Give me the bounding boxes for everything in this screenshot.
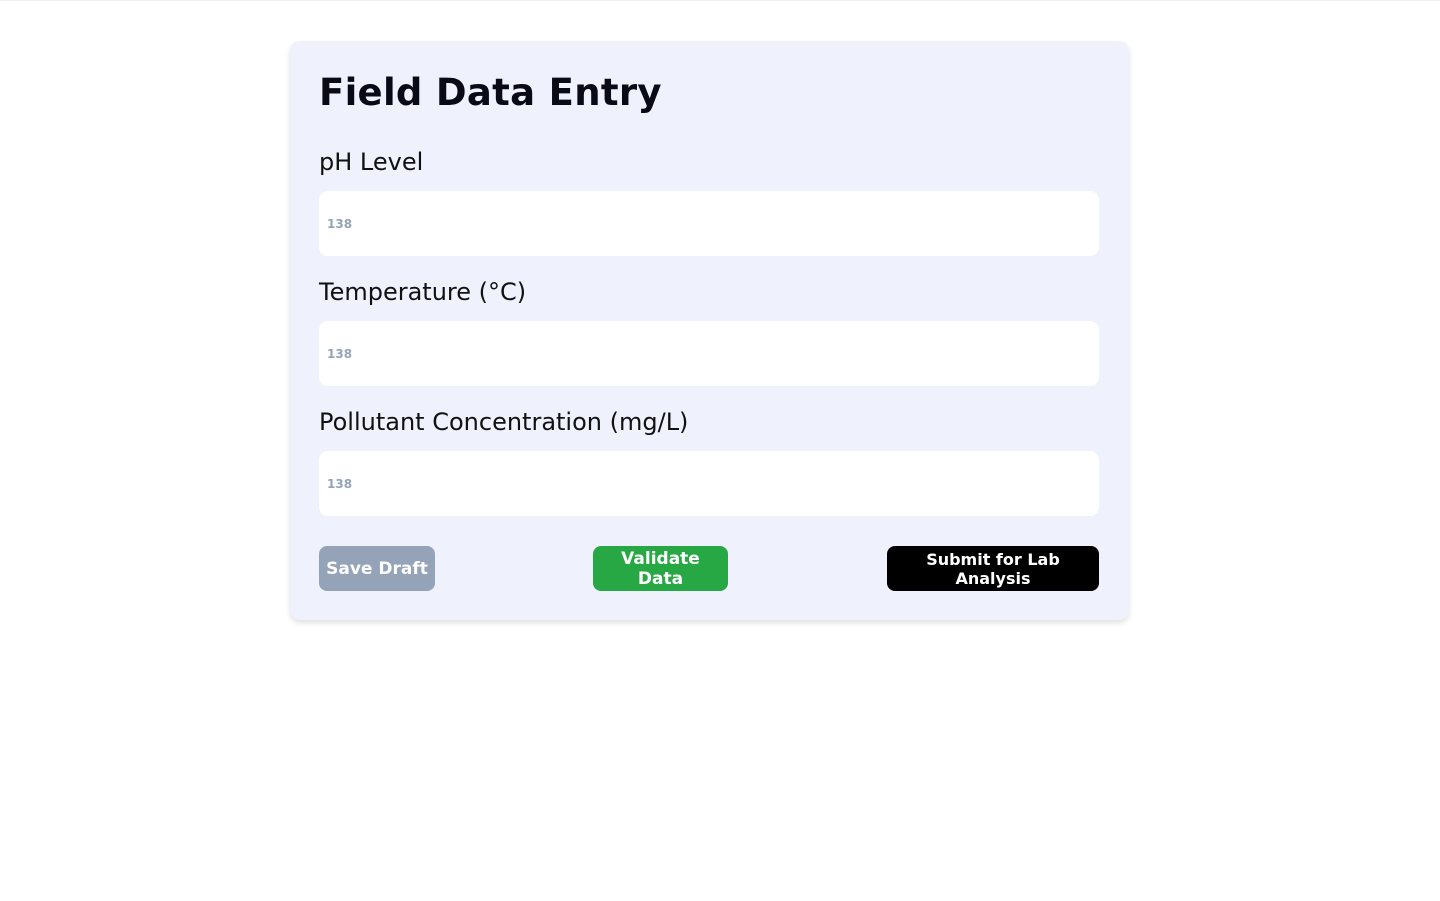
top-divider <box>0 0 1440 1</box>
page-title: Field Data Entry <box>319 71 662 114</box>
validate-data-button[interactable]: Validate Data <box>593 546 728 591</box>
pollutant-concentration-label: Pollutant Concentration (mg/L) <box>319 408 689 436</box>
ph-level-input[interactable] <box>319 191 1099 256</box>
submit-for-lab-analysis-button[interactable]: Submit for Lab Analysis <box>887 546 1099 591</box>
ph-level-label: pH Level <box>319 148 424 176</box>
pollutant-concentration-input[interactable] <box>319 451 1099 516</box>
field-data-form: Field Data Entry pH Level Temperature (°… <box>290 41 1129 620</box>
temperature-label: Temperature (°C) <box>319 278 527 306</box>
temperature-input[interactable] <box>319 321 1099 386</box>
save-draft-button[interactable]: Save Draft <box>319 546 435 591</box>
